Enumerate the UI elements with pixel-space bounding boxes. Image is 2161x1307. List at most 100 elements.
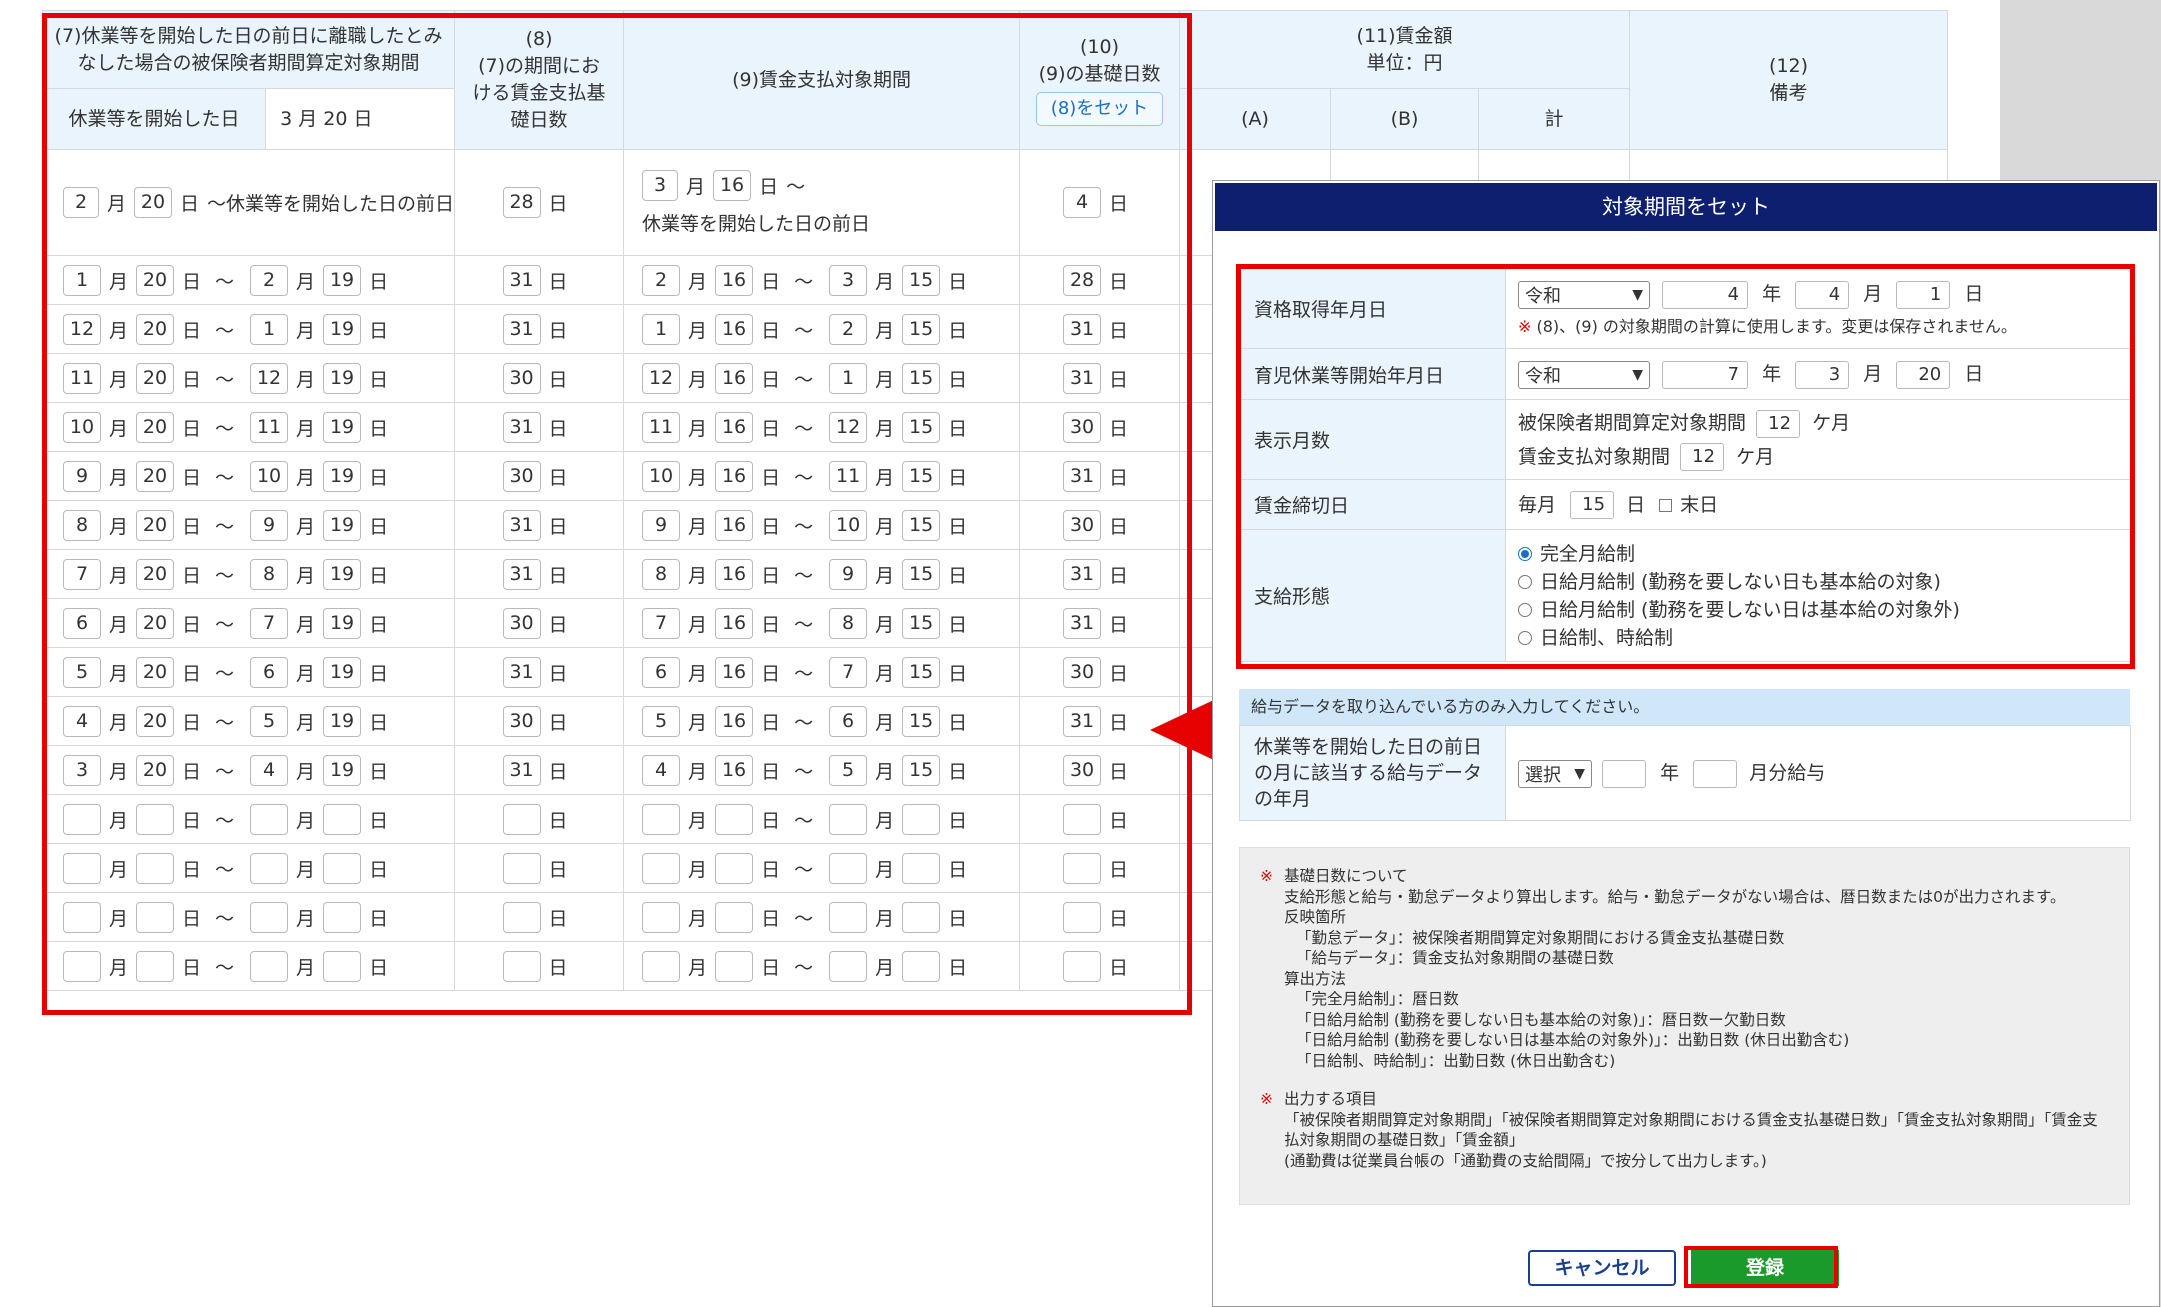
wage-to-month-input[interactable]: 12 bbox=[829, 411, 868, 443]
end-of-month-checkbox[interactable] bbox=[1659, 498, 1673, 512]
wage-basis-days-input[interactable] bbox=[1063, 852, 1102, 884]
from-month-input[interactable]: 2 bbox=[63, 187, 99, 218]
wage-basis-days-input[interactable]: 30 bbox=[1063, 411, 1102, 443]
acq-month-input[interactable]: 4 bbox=[1795, 280, 1850, 309]
insured-from-day-input[interactable] bbox=[136, 803, 175, 835]
wage-basis-days-input[interactable]: 31 bbox=[1063, 607, 1102, 639]
wage-to-month-input[interactable]: 10 bbox=[829, 509, 868, 541]
wage-from-month-input[interactable] bbox=[642, 950, 681, 982]
wage-to-day-input[interactable]: 15 bbox=[902, 313, 941, 345]
wage-from-day-input[interactable]: 16 bbox=[715, 607, 754, 639]
wage-to-month-input[interactable] bbox=[829, 901, 868, 933]
wage-to-month-input[interactable]: 8 bbox=[829, 607, 868, 639]
basis-days-input[interactable]: 31 bbox=[502, 656, 541, 688]
insured-from-day-input[interactable]: 20 bbox=[136, 705, 175, 737]
wage-to-day-input[interactable] bbox=[902, 901, 941, 933]
wage-from-day-input[interactable]: 16 bbox=[715, 705, 754, 737]
basis-days-input[interactable] bbox=[502, 901, 541, 933]
wage-to-month-input[interactable]: 9 bbox=[829, 558, 868, 590]
wage-basis-days-input[interactable]: 4 bbox=[1063, 187, 1102, 218]
insured-to-day-input[interactable]: 19 bbox=[323, 509, 362, 541]
wage-to-day-input[interactable]: 15 bbox=[902, 460, 941, 492]
leave-year-input[interactable]: 7 bbox=[1662, 360, 1749, 389]
wage-from-day-input[interactable]: 16 bbox=[715, 656, 754, 688]
insured-from-month-input[interactable]: 7 bbox=[63, 558, 101, 590]
wage-to-day-input[interactable] bbox=[902, 803, 941, 835]
basis-days-input[interactable] bbox=[502, 803, 541, 835]
payroll-month-input[interactable] bbox=[1693, 759, 1738, 788]
from-day-input[interactable]: 20 bbox=[134, 187, 173, 218]
insured-from-month-input[interactable] bbox=[63, 852, 101, 884]
acq-year-input[interactable]: 4 bbox=[1662, 280, 1749, 309]
wage-from-day-input[interactable]: 16 bbox=[715, 509, 754, 541]
insured-from-month-input[interactable]: 3 bbox=[63, 754, 101, 786]
wage-to-day-input[interactable]: 15 bbox=[902, 509, 941, 541]
acq-day-input[interactable]: 1 bbox=[1896, 280, 1951, 309]
wage-to-day-input[interactable]: 15 bbox=[902, 656, 941, 688]
insured-to-day-input[interactable]: 19 bbox=[323, 607, 362, 639]
wage-to-month-input[interactable] bbox=[829, 803, 868, 835]
wage-from-day-input[interactable] bbox=[715, 852, 754, 884]
basis-days-input[interactable]: 31 bbox=[502, 754, 541, 786]
wage-from-month-input[interactable]: 5 bbox=[642, 705, 681, 737]
insured-to-month-input[interactable]: 2 bbox=[250, 264, 289, 296]
insured-to-day-input[interactable] bbox=[323, 803, 362, 835]
wage-to-day-input[interactable]: 15 bbox=[902, 411, 941, 443]
wage-from-month-input[interactable]: 12 bbox=[642, 362, 681, 394]
insured-to-month-input[interactable]: 4 bbox=[250, 754, 289, 786]
insured-to-month-input[interactable] bbox=[250, 901, 289, 933]
insured-from-month-input[interactable] bbox=[63, 901, 101, 933]
insured-to-month-input[interactable]: 9 bbox=[250, 509, 289, 541]
insured-to-month-input[interactable]: 12 bbox=[250, 362, 289, 394]
paytype-option[interactable]: 完全月給制 bbox=[1518, 540, 2118, 568]
acq-era-select[interactable]: 令和 ▼ bbox=[1518, 280, 1650, 309]
wage-basis-days-input[interactable]: 30 bbox=[1063, 754, 1102, 786]
wage-to-month-input[interactable]: 1 bbox=[829, 362, 868, 394]
wage-from-month-input[interactable]: 4 bbox=[642, 754, 681, 786]
cutoff-day-input[interactable]: 15 bbox=[1570, 491, 1615, 520]
insured-to-day-input[interactable]: 19 bbox=[323, 558, 362, 590]
insured-to-day-input[interactable]: 19 bbox=[323, 313, 362, 345]
wage-to-month-input[interactable] bbox=[829, 950, 868, 982]
basis-days-input[interactable]: 31 bbox=[502, 558, 541, 590]
wage-basis-days-input[interactable] bbox=[1063, 950, 1102, 982]
wage-from-month-input[interactable]: 2 bbox=[642, 264, 681, 296]
wage-to-day-input[interactable]: 15 bbox=[902, 754, 941, 786]
insured-to-month-input[interactable]: 1 bbox=[250, 313, 289, 345]
insured-to-day-input[interactable]: 19 bbox=[323, 705, 362, 737]
basis-days-input[interactable] bbox=[502, 852, 541, 884]
insured-from-day-input[interactable]: 20 bbox=[136, 754, 175, 786]
wage-from-day-input[interactable]: 16 bbox=[715, 754, 754, 786]
insured-to-month-input[interactable]: 11 bbox=[250, 411, 289, 443]
basis-days-input[interactable]: 31 bbox=[502, 313, 541, 345]
insured-from-day-input[interactable] bbox=[136, 901, 175, 933]
insured-from-month-input[interactable]: 4 bbox=[63, 705, 101, 737]
wage-from-month-input[interactable]: 9 bbox=[642, 509, 681, 541]
payroll-era-select[interactable]: 選択 ▼ bbox=[1518, 759, 1592, 788]
wage-from-month-input[interactable]: 6 bbox=[642, 656, 681, 688]
insured-from-day-input[interactable]: 20 bbox=[136, 313, 175, 345]
leave-era-select[interactable]: 令和 ▼ bbox=[1518, 360, 1650, 389]
insured-from-day-input[interactable] bbox=[136, 950, 175, 982]
insured-from-day-input[interactable]: 20 bbox=[136, 558, 175, 590]
insured-from-month-input[interactable]: 6 bbox=[63, 607, 101, 639]
insured-to-day-input[interactable] bbox=[323, 901, 362, 933]
insured-to-month-input[interactable] bbox=[250, 852, 289, 884]
wage-basis-days-input[interactable]: 28 bbox=[1063, 264, 1102, 296]
wage-from-month-input[interactable]: 11 bbox=[642, 411, 681, 443]
wage-from-month-input[interactable]: 1 bbox=[642, 313, 681, 345]
wage-to-day-input[interactable]: 15 bbox=[902, 607, 941, 639]
wage-basis-days-input[interactable]: 31 bbox=[1063, 558, 1102, 590]
wage-to-day-input[interactable]: 15 bbox=[902, 705, 941, 737]
insured-from-month-input[interactable]: 12 bbox=[63, 313, 101, 345]
months-wage-input[interactable]: 12 bbox=[1680, 443, 1725, 471]
wage-basis-days-input[interactable] bbox=[1063, 803, 1102, 835]
wage-from-month-input[interactable]: 3 bbox=[642, 169, 679, 201]
wage-to-day-input[interactable]: 15 bbox=[902, 264, 941, 296]
set-basis-days-button[interactable]: (8)をセット bbox=[1035, 92, 1164, 126]
wage-from-day-input[interactable]: 16 bbox=[715, 264, 754, 296]
wage-to-month-input[interactable]: 5 bbox=[829, 754, 868, 786]
wage-from-month-input[interactable] bbox=[642, 803, 681, 835]
wage-to-month-input[interactable] bbox=[829, 852, 868, 884]
insured-from-month-input[interactable]: 11 bbox=[63, 362, 101, 394]
